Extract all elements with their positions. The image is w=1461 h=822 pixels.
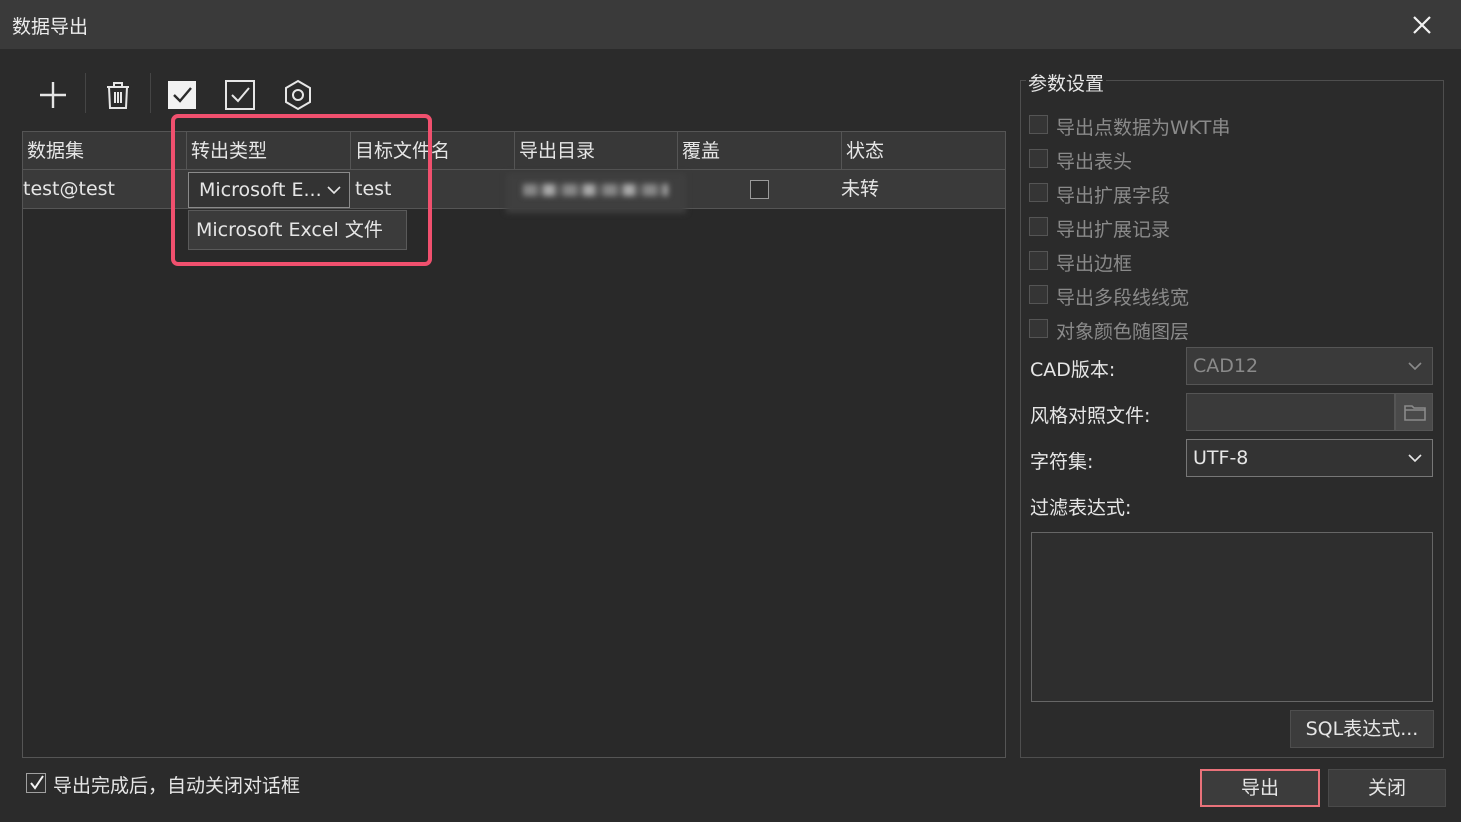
export-table: 数据集 转出类型 目标文件名 导出目录 覆盖 状态 test@test Micr… (22, 131, 1006, 758)
window-title: 数据导出 (12, 16, 89, 38)
close-icon[interactable] (1406, 9, 1438, 41)
option-checkbox[interactable] (1029, 115, 1048, 134)
export-button[interactable]: 导出 (1200, 769, 1320, 807)
title-bar: 数据导出 (0, 0, 1461, 49)
auto-close-checkbox[interactable] (26, 773, 46, 793)
style-file-input[interactable] (1186, 393, 1395, 431)
charset-label: 字符集: (1030, 451, 1094, 473)
close-button[interactable]: 关闭 (1328, 769, 1446, 807)
cad-version-label: CAD版本: (1030, 359, 1116, 381)
column-header-status[interactable]: 状态 (842, 132, 1005, 170)
export-dialog: 数据集 转出类型 目标文件名 导出目录 覆盖 状态 test@test Micr… (0, 49, 1461, 822)
filter-label: 过滤表达式: (1030, 497, 1132, 519)
toolbar-separator (150, 73, 151, 113)
cad-version-select[interactable]: CAD12 (1186, 347, 1433, 385)
params-title: 参数设置 (1026, 69, 1107, 96)
option-label: 导出点数据为WKT串 (1056, 117, 1231, 139)
charset-select[interactable]: UTF-8 (1186, 439, 1433, 477)
column-header-directory[interactable]: 导出目录 (515, 132, 678, 170)
filter-textarea[interactable] (1031, 532, 1433, 702)
column-header-dataset[interactable]: 数据集 (23, 132, 187, 170)
option-checkbox[interactable] (1029, 319, 1048, 338)
option-checkbox[interactable] (1029, 183, 1048, 202)
cell-directory-blurred-text (523, 184, 668, 196)
check-all-icon[interactable] (164, 77, 200, 113)
chevron-down-icon (1408, 454, 1422, 463)
option-checkbox[interactable] (1029, 217, 1048, 236)
style-file-label: 风格对照文件: (1030, 405, 1151, 427)
cell-dataset: test@test (23, 178, 115, 200)
column-header-overwrite[interactable]: 覆盖 (678, 132, 842, 170)
trash-icon[interactable] (100, 77, 136, 113)
overwrite-checkbox[interactable] (750, 180, 769, 199)
option-label: 导出扩展字段 (1056, 185, 1171, 207)
auto-close-label: 导出完成后，自动关闭对话框 (53, 775, 301, 797)
sql-expression-button[interactable]: SQL表达式... (1290, 710, 1434, 748)
toolbar-separator (85, 73, 86, 113)
highlight-annotation (171, 114, 432, 266)
settings-icon[interactable] (280, 77, 316, 113)
cell-status: 未转 (841, 178, 880, 200)
option-checkbox[interactable] (1029, 285, 1048, 304)
charset-value: UTF-8 (1193, 447, 1249, 469)
option-checkbox[interactable] (1029, 149, 1048, 168)
option-label: 导出表头 (1056, 151, 1133, 173)
cad-version-value: CAD12 (1193, 355, 1259, 377)
option-label: 导出多段线线宽 (1056, 287, 1190, 309)
option-label: 导出边框 (1056, 253, 1133, 275)
option-checkbox[interactable] (1029, 251, 1048, 270)
plus-icon[interactable] (35, 77, 71, 113)
folder-icon[interactable] (1395, 393, 1433, 431)
check-icon[interactable] (222, 77, 258, 113)
option-label: 对象颜色随图层 (1056, 321, 1190, 343)
option-label: 导出扩展记录 (1056, 219, 1171, 241)
chevron-down-icon (1408, 362, 1422, 371)
